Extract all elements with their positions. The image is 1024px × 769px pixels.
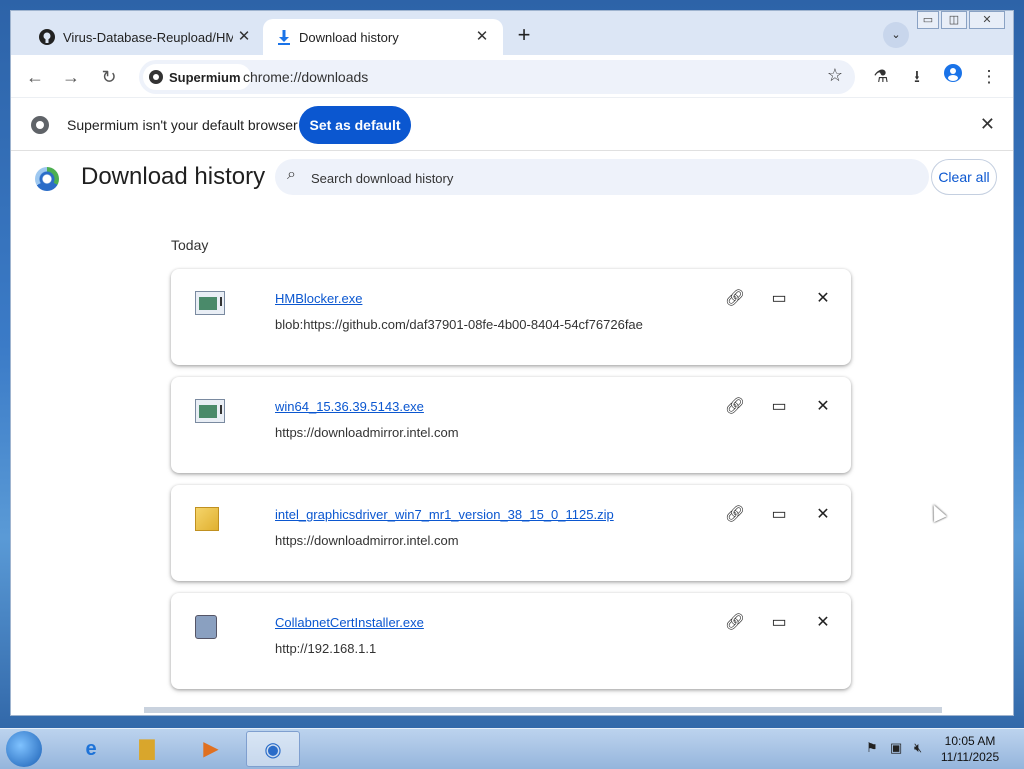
show-in-folder-icon[interactable]: ▭ (767, 611, 791, 635)
file-source-url: https://downloadmirror.intel.com (275, 533, 459, 548)
browser-icon (31, 116, 49, 134)
search-input[interactable] (309, 165, 913, 191)
remove-icon[interactable]: ✕ (811, 503, 835, 527)
download-item: HMBlocker.exe blob:https://github.com/da… (171, 269, 851, 365)
toolbar: ← → ↻ Supermium chrome://downloads ☆ ⚗ ⭳… (11, 55, 1013, 97)
supermium-logo-icon (35, 167, 59, 191)
file-explorer-icon[interactable]: ▇ (120, 731, 174, 767)
tab-title: Download history (299, 29, 399, 45)
search-box[interactable]: ⌕ (275, 159, 929, 195)
close-tab-icon[interactable]: ✕ (473, 28, 491, 46)
clock-time: 10:05 AM (944, 734, 996, 748)
supermium-taskbar-icon[interactable]: ◉ (246, 731, 300, 767)
internet-explorer-icon[interactable]: e (64, 731, 118, 767)
section-heading: Today (171, 237, 209, 253)
copy-link-icon[interactable]: 🔗︎ (723, 503, 747, 527)
clock-date: 11/11/2025 (940, 750, 1000, 764)
download-icon (278, 30, 290, 45)
address-bar[interactable]: Supermium chrome://downloads ☆ (139, 60, 855, 94)
exe-file-icon (195, 291, 225, 315)
github-icon (39, 29, 55, 45)
bookmark-star-icon[interactable]: ☆ (827, 65, 843, 86)
file-source-url: http://192.168.1.1 (275, 641, 377, 656)
file-source-url: blob:https://github.com/daf37901-08fe-4b… (275, 317, 643, 332)
horizontal-scrollbar[interactable] (144, 707, 942, 713)
download-item: win64_15.36.39.5143.exe https://download… (171, 377, 851, 473)
exe-file-icon (195, 399, 225, 423)
close-tab-icon[interactable]: ✕ (235, 28, 253, 46)
supermium-icon (149, 70, 163, 84)
volume-muted-icon[interactable]: 🔇︎ (914, 740, 922, 756)
url-text[interactable]: chrome://downloads (243, 69, 368, 85)
installer-icon (195, 615, 217, 639)
download-item: intel_graphicsdriver_win7_mr1_version_38… (171, 485, 851, 581)
search-icon: ⌕ (287, 166, 296, 183)
page-title: Download history (81, 163, 266, 190)
network-icon[interactable]: ▣ (890, 740, 902, 756)
back-icon[interactable]: ← (21, 63, 49, 91)
copy-link-icon[interactable]: 🔗︎ (723, 395, 747, 419)
file-name-link[interactable]: CollabnetCertInstaller.exe (275, 615, 424, 630)
file-name-link[interactable]: HMBlocker.exe (275, 291, 362, 306)
labs-flask-icon[interactable]: ⚗ (867, 63, 895, 91)
tab-download-history[interactable]: Download history ✕ (263, 19, 503, 55)
downloads-icon[interactable]: ⭳ (903, 63, 931, 91)
tab-github[interactable]: Virus-Database-Reupload/HMBlocker ✕ (29, 19, 265, 55)
profile-avatar-icon[interactable] (939, 63, 967, 91)
site-chip-label: Supermium (169, 69, 241, 85)
file-name-link[interactable]: win64_15.36.39.5143.exe (275, 399, 424, 414)
start-button[interactable] (6, 731, 42, 767)
minimize-button[interactable]: ▭ (917, 11, 939, 29)
action-center-flag-icon[interactable]: ⚑ (866, 740, 878, 756)
taskbar-clock[interactable]: 10:05 AM 11/11/2025 (938, 733, 1002, 765)
zip-file-icon (195, 507, 219, 531)
show-in-folder-icon[interactable]: ▭ (767, 287, 791, 311)
copy-link-icon[interactable]: 🔗︎ (723, 611, 747, 635)
infobar-message: Supermium isn't your default browser (67, 117, 298, 133)
remove-icon[interactable]: ✕ (811, 395, 835, 419)
clear-all-button[interactable]: Clear all (931, 159, 997, 195)
set-as-default-button[interactable]: Set as default (299, 106, 411, 144)
taskbar: e ▇ ▶ ◉ ⚑ ▣ 🔇︎ 10:05 AM 11/11/2025 (0, 728, 1024, 769)
new-tab-button[interactable]: + (511, 22, 537, 48)
tab-title: Virus-Database-Reupload/HMBlocker (63, 29, 233, 45)
default-browser-infobar: Supermium isn't your default browser Set… (11, 97, 1013, 151)
download-item: CollabnetCertInstaller.exe http://192.16… (171, 593, 851, 689)
site-chip[interactable]: Supermium (143, 64, 251, 90)
file-source-url: https://downloadmirror.intel.com (275, 425, 459, 440)
remove-icon[interactable]: ✕ (811, 611, 835, 635)
remove-icon[interactable]: ✕ (811, 287, 835, 311)
close-window-button[interactable]: ✕ (969, 11, 1005, 29)
copy-link-icon[interactable]: 🔗︎ (723, 287, 747, 311)
browser-window: Virus-Database-Reupload/HMBlocker ✕ Down… (10, 10, 1014, 716)
maximize-button[interactable]: ◫ (941, 11, 967, 29)
close-infobar-icon[interactable]: ✕ (980, 114, 995, 135)
show-in-folder-icon[interactable]: ▭ (767, 395, 791, 419)
tab-strip: Virus-Database-Reupload/HMBlocker ✕ Down… (11, 11, 1013, 55)
tab-search-button[interactable]: ⌄ (883, 22, 909, 48)
show-in-folder-icon[interactable]: ▭ (767, 503, 791, 527)
menu-kebab-icon[interactable]: ⋮ (975, 63, 1003, 91)
file-name-link[interactable]: intel_graphicsdriver_win7_mr1_version_38… (275, 507, 614, 522)
reload-icon[interactable]: ↻ (95, 63, 123, 91)
forward-icon[interactable]: → (57, 63, 85, 91)
downloads-page: Download history ⌕ Clear all Today HMBlo… (11, 151, 1013, 715)
media-player-icon[interactable]: ▶ (184, 731, 238, 767)
